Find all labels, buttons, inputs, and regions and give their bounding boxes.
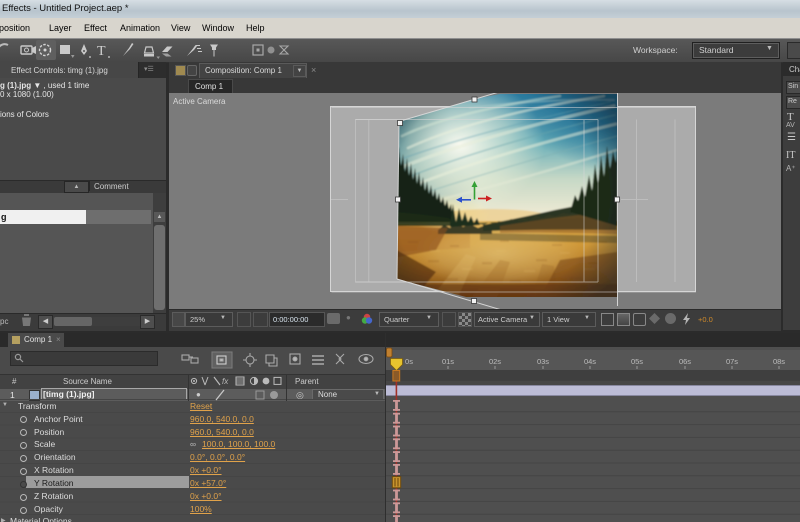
svg-text:08s: 08s: [773, 357, 785, 366]
svg-text:04s: 04s: [584, 357, 596, 366]
svg-text:06s: 06s: [679, 357, 691, 366]
svg-text:02s: 02s: [489, 357, 501, 366]
svg-text:05s: 05s: [631, 357, 643, 366]
svg-text:T: T: [97, 44, 106, 59]
svg-text:01s: 01s: [442, 357, 454, 366]
svg-text:03s: 03s: [537, 357, 549, 366]
svg-text:0s: 0s: [405, 357, 413, 366]
svg-text:fx: fx: [222, 377, 229, 386]
svg-text:07s: 07s: [726, 357, 738, 366]
